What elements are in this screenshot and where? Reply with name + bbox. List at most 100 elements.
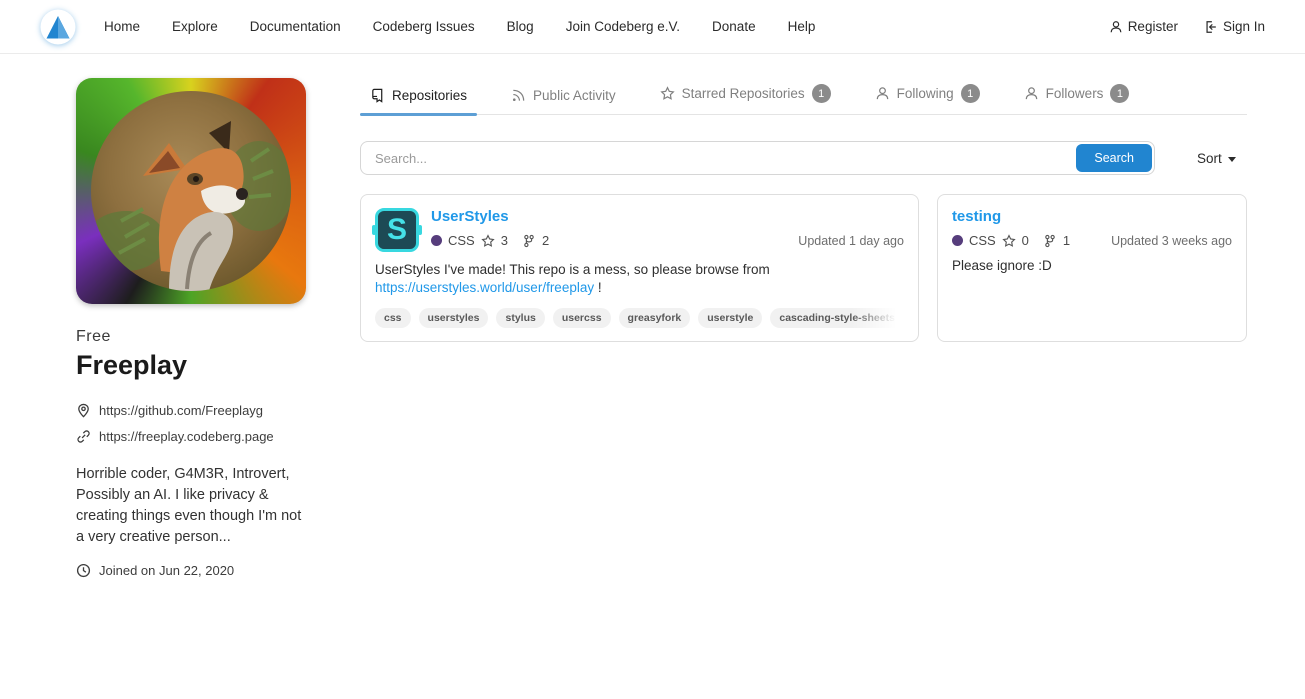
link-icon [76, 429, 91, 444]
following-count-badge: 1 [961, 84, 980, 103]
nav-right: Register Sign In [1109, 19, 1265, 34]
profile-fullname: Free [76, 328, 308, 346]
profile-sidebar: Free Freeplay https://github.com/Freepla… [76, 78, 308, 578]
tab-starred-repositories[interactable]: Starred Repositories 1 [658, 78, 833, 114]
repo-description: UserStyles I've made! This repo is a mes… [375, 261, 904, 297]
repo-updated: Updated 3 weeks ago [1111, 234, 1232, 248]
topic-pill[interactable]: userstyles [419, 308, 489, 328]
star-count[interactable]: 0 [1022, 233, 1029, 248]
sort-dropdown[interactable]: Sort [1197, 151, 1236, 166]
sign-in-icon [1204, 20, 1218, 34]
nav-donate[interactable]: Donate [712, 19, 756, 34]
repository-list: S UserStyles CSS 3 [360, 194, 1247, 342]
star-icon [481, 234, 495, 248]
repo-card-head: S UserStyles CSS 3 [375, 208, 904, 252]
top-navbar: Home Explore Documentation Codeberg Issu… [0, 0, 1305, 54]
star-count[interactable]: 3 [501, 233, 508, 248]
register-button[interactable]: Register [1109, 19, 1178, 34]
tab-label: Starred Repositories [682, 86, 805, 101]
topic-pill[interactable]: css [375, 308, 411, 328]
location-pin-icon [76, 403, 91, 418]
search-group: Search [360, 141, 1155, 175]
fork-count[interactable]: 1 [1063, 233, 1070, 248]
repo-card-userstyles: S UserStyles CSS 3 [360, 194, 919, 342]
repo-language: CSS [448, 233, 475, 248]
language-dot [431, 235, 442, 246]
repo-meta: CSS 3 2 Updated 1 day ago [431, 233, 904, 248]
fork-icon [522, 234, 536, 248]
fox-illustration [91, 91, 291, 291]
search-button[interactable]: Search [1076, 144, 1152, 172]
profile-meta: https://github.com/Freeplayg https://fre… [76, 403, 308, 444]
followers-count-badge: 1 [1110, 84, 1129, 103]
language-dot [952, 235, 963, 246]
nav-home[interactable]: Home [104, 19, 140, 34]
topic-pill[interactable]: userstyle [698, 308, 762, 328]
tab-repositories[interactable]: Repositories [368, 82, 469, 114]
nav-explore[interactable]: Explore [172, 19, 218, 34]
tab-followers[interactable]: Followers 1 [1022, 78, 1132, 114]
repo-card-head: testing CSS 0 1 [952, 208, 1232, 248]
profile-website[interactable]: https://freeplay.codeberg.page [99, 429, 274, 444]
tab-following[interactable]: Following 1 [873, 78, 982, 114]
profile-location-row: https://github.com/Freeplayg [76, 403, 308, 418]
nav-links: Home Explore Documentation Codeberg Issu… [104, 19, 815, 34]
nav-codeberg-issues[interactable]: Codeberg Issues [373, 19, 475, 34]
topic-pill[interactable]: cascading-style-sheets [770, 308, 904, 328]
register-label: Register [1128, 19, 1178, 34]
profile-location: https://github.com/Freeplayg [99, 403, 263, 418]
starred-count-badge: 1 [812, 84, 831, 103]
search-row: Search Sort [360, 141, 1247, 175]
repo-avatar: S [375, 208, 419, 252]
repo-description-link[interactable]: https://userstyles.world/user/freeplay [375, 280, 594, 295]
repo-description-suffix: ! [594, 280, 602, 295]
tab-label: Followers [1046, 86, 1104, 101]
repo-link[interactable]: testing [952, 208, 1001, 225]
chevron-down-icon [1228, 157, 1236, 162]
repo-updated: Updated 1 day ago [798, 234, 904, 248]
search-input[interactable] [363, 151, 1076, 166]
rss-icon [511, 88, 526, 103]
nav-documentation[interactable]: Documentation [250, 19, 341, 34]
sort-label: Sort [1197, 151, 1222, 166]
repo-head-main: testing CSS 0 1 [952, 208, 1232, 248]
repo-link[interactable]: UserStyles [431, 208, 509, 225]
profile-username: Freeplay [76, 350, 308, 381]
person-icon [875, 86, 890, 101]
star-icon [660, 86, 675, 101]
repo-meta: CSS 0 1 Updated 3 weeks ago [952, 233, 1232, 248]
repo-topics: css userstyles stylus usercss greasyfork… [375, 308, 904, 328]
repo-language: CSS [969, 233, 996, 248]
profile-website-row: https://freeplay.codeberg.page [76, 429, 308, 444]
fork-count[interactable]: 2 [542, 233, 549, 248]
star-icon [1002, 234, 1016, 248]
sign-in-label: Sign In [1223, 19, 1265, 34]
tab-label: Public Activity [533, 88, 616, 103]
repo-description: Please ignore :D [952, 257, 1232, 275]
profile-bio: Horrible coder, G4M3R, Introvert, Possib… [76, 464, 308, 548]
tab-label: Repositories [392, 88, 467, 103]
topic-pill[interactable]: usercss [553, 308, 611, 328]
clock-icon [76, 563, 91, 578]
topic-pill[interactable]: stylus [496, 308, 544, 328]
sign-in-button[interactable]: Sign In [1204, 19, 1265, 34]
person-icon [1024, 86, 1039, 101]
person-icon [1109, 20, 1123, 34]
profile-joined-row: Joined on Jun 22, 2020 [76, 563, 308, 578]
profile-joined: Joined on Jun 22, 2020 [99, 563, 234, 578]
nav-help[interactable]: Help [788, 19, 816, 34]
profile-main: Repositories Public Activity Starred Rep… [360, 78, 1247, 578]
repo-head-main: UserStyles CSS 3 2 [431, 208, 904, 252]
tab-public-activity[interactable]: Public Activity [509, 82, 618, 114]
topic-pill[interactable]: greasyfork [619, 308, 691, 328]
repo-avatar-letter: S [387, 215, 407, 245]
repository-icon [370, 88, 385, 103]
codeberg-logo[interactable] [40, 9, 76, 45]
repo-card-testing: testing CSS 0 1 [937, 194, 1247, 342]
avatar[interactable] [76, 78, 306, 304]
codeberg-mountain-icon [40, 9, 76, 45]
nav-blog[interactable]: Blog [507, 19, 534, 34]
nav-join-codeberg[interactable]: Join Codeberg e.V. [566, 19, 680, 34]
profile-tabs: Repositories Public Activity Starred Rep… [360, 78, 1247, 115]
repo-description-text: UserStyles I've made! This repo is a mes… [375, 262, 770, 277]
